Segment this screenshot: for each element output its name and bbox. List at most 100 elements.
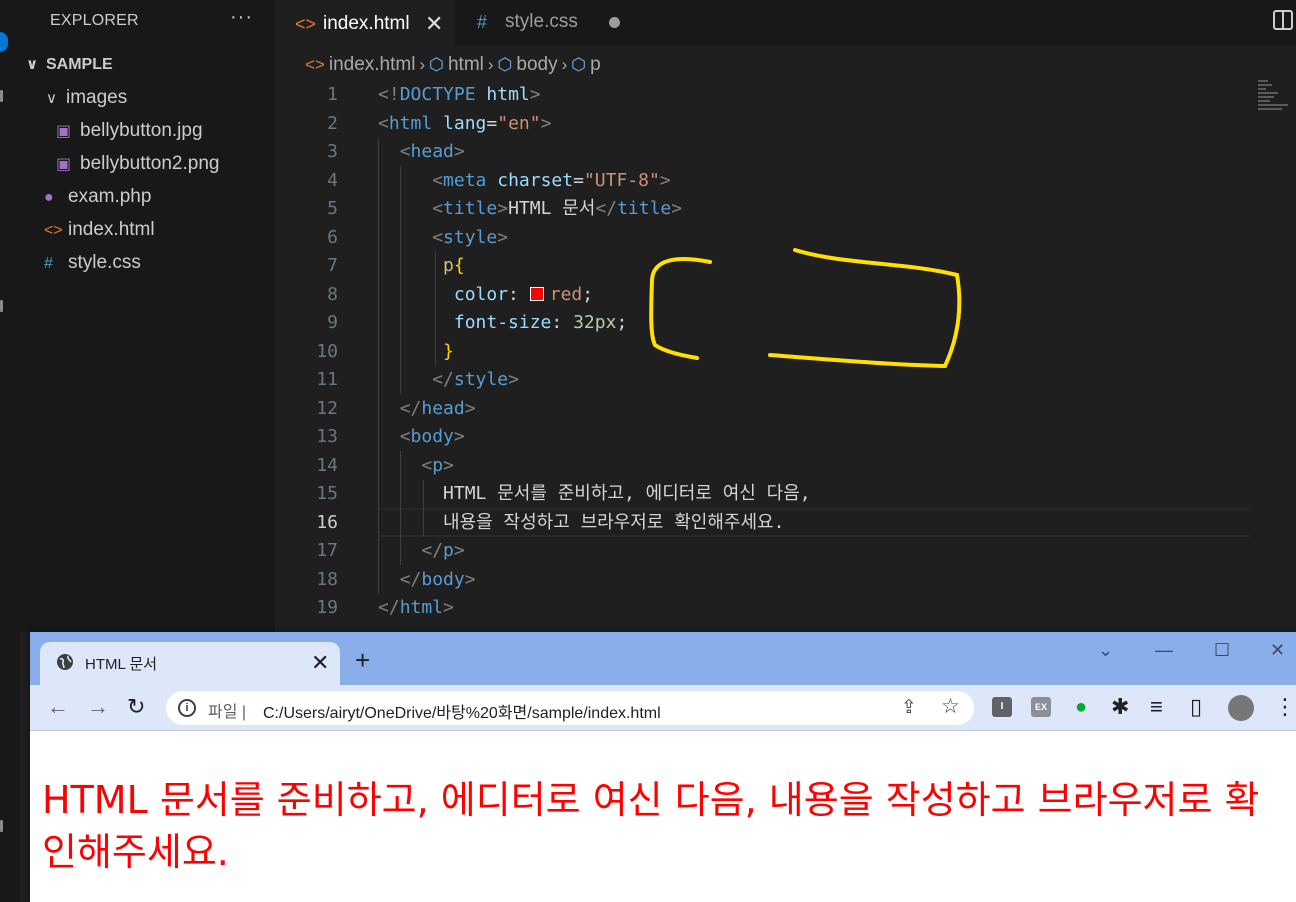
tab-search-icon[interactable]: ⌄ bbox=[1098, 640, 1113, 661]
code-line[interactable]: 13 <body> bbox=[275, 423, 1250, 452]
code-line[interactable]: 17 </p> bbox=[275, 537, 1250, 566]
file-label: index.html bbox=[68, 219, 155, 240]
code-line[interactable]: 12 </head> bbox=[275, 395, 1250, 424]
code-line[interactable]: 4 <meta charset="UTF-8"> bbox=[275, 167, 1250, 196]
unsaved-dot-icon[interactable] bbox=[609, 17, 620, 28]
site-info-icon[interactable]: i bbox=[178, 699, 196, 717]
close-icon[interactable]: ✕ bbox=[425, 2, 443, 46]
reload-icon[interactable]: ↻ bbox=[127, 695, 145, 719]
browser-tab[interactable]: HTML 문서 ✕ bbox=[40, 642, 340, 685]
minimap[interactable] bbox=[1258, 80, 1294, 120]
browser-title-bar: HTML 문서 ✕ + ⌄ — ☐ ✕ bbox=[30, 632, 1296, 685]
page-viewport: HTML 문서를 준비하고, 에디터로 여신 다음, 내용을 작성하고 브라우저… bbox=[30, 732, 1296, 902]
line-number: 2 bbox=[327, 112, 338, 134]
code-text: } bbox=[443, 340, 454, 362]
line-number: 7 bbox=[327, 255, 338, 276]
code-line[interactable]: 14 <p> bbox=[275, 452, 1250, 481]
code-line[interactable]: 11 </style> bbox=[275, 366, 1250, 395]
code-line[interactable]: 5 <title>HTML 문서</title> bbox=[275, 195, 1250, 224]
menu-icon[interactable]: ⋮ bbox=[1274, 695, 1296, 719]
code-line[interactable]: 19 </html> bbox=[275, 594, 1250, 623]
url-text[interactable]: C:/Users/airyt/OneDrive/바탕%20화면/sample/i… bbox=[263, 699, 661, 723]
line-number: 1 bbox=[327, 84, 338, 105]
html-file-icon: <> bbox=[295, 14, 317, 34]
code-line[interactable]: 2 <html lang="en"> bbox=[275, 110, 1250, 139]
file-label: bellybutton2.png bbox=[80, 153, 220, 174]
code-line[interactable]: 7 p{ bbox=[275, 252, 1250, 281]
line-number: 12 bbox=[316, 397, 338, 419]
tab-label: style.css bbox=[505, 11, 578, 32]
code-text: </body> bbox=[399, 568, 476, 590]
minimize-icon[interactable]: — bbox=[1155, 640, 1173, 661]
editor-tab-bar: <> index.html ✕ # style.css bbox=[275, 0, 1296, 46]
code-line[interactable]: 9 font-size: 32px; bbox=[275, 309, 1250, 338]
maximize-icon[interactable]: ☐ bbox=[1214, 640, 1230, 661]
code-text: font-size: 32px; bbox=[453, 312, 628, 333]
code-line[interactable]: 15 HTML 문서를 준비하고, 에디터로 여신 다음, bbox=[275, 480, 1250, 509]
side-panel-icon[interactable]: ▯ bbox=[1190, 695, 1202, 719]
breadcrumb-item[interactable]: p bbox=[590, 54, 601, 75]
file-item[interactable]: <> index.html bbox=[44, 215, 155, 245]
breadcrumb-item[interactable]: html bbox=[448, 54, 484, 75]
code-text: <!DOCTYPE html> bbox=[378, 84, 541, 105]
file-item[interactable]: # style.css bbox=[44, 248, 141, 278]
activity-icon[interactable] bbox=[0, 300, 3, 312]
new-tab-button[interactable]: + bbox=[355, 647, 370, 673]
code-text: p{ bbox=[443, 255, 465, 276]
code-line[interactable]: 8 color: red; bbox=[275, 281, 1250, 310]
share-icon[interactable]: ⇪ bbox=[901, 696, 917, 719]
file-item[interactable]: ● exam.php bbox=[44, 182, 151, 212]
tab-style-css[interactable]: # style.css bbox=[457, 0, 627, 46]
bookmark-star-icon[interactable]: ☆ bbox=[941, 694, 960, 719]
line-number: 13 bbox=[316, 426, 338, 447]
color-swatch-icon[interactable] bbox=[529, 286, 544, 301]
code-text: <body> bbox=[399, 426, 465, 447]
file-item[interactable]: ▣ bellybutton.jpg bbox=[56, 116, 203, 146]
address-bar[interactable]: i 파일 | C:/Users/airyt/OneDrive/바탕%20화면/s… bbox=[166, 691, 974, 725]
forward-icon[interactable]: → bbox=[87, 695, 109, 719]
activity-icon[interactable] bbox=[0, 90, 3, 102]
evernote-icon[interactable]: ● bbox=[1071, 697, 1091, 717]
line-number: 15 bbox=[316, 483, 338, 504]
folder-sample[interactable]: ∨ SAMPLE bbox=[26, 50, 113, 80]
code-line[interactable]: 1 <!DOCTYPE html> bbox=[275, 81, 1250, 110]
more-actions-icon[interactable]: ··· bbox=[230, 6, 253, 29]
accounts-badge[interactable] bbox=[0, 32, 8, 52]
image-file-icon: ▣ bbox=[56, 123, 72, 140]
css-file-icon: # bbox=[44, 255, 53, 272]
breadcrumb-item[interactable]: index.html bbox=[329, 54, 416, 75]
tab-label: index.html bbox=[323, 13, 410, 34]
php-file-icon: ● bbox=[44, 189, 54, 206]
close-window-icon[interactable]: ✕ bbox=[1270, 640, 1285, 661]
tab-title: HTML 문서 bbox=[85, 656, 158, 673]
line-number: 6 bbox=[327, 226, 338, 248]
back-icon[interactable]: ← bbox=[47, 695, 69, 719]
tab-index-html[interactable]: <> index.html ✕ bbox=[275, 0, 455, 46]
breadcrumb-item[interactable]: body bbox=[516, 54, 557, 75]
activity-icon[interactable] bbox=[0, 820, 3, 832]
code-line[interactable]: 16 내용을 작성하고 브라우저로 확인해주세요. bbox=[275, 509, 1250, 538]
code-text: <meta charset="UTF-8"> bbox=[432, 169, 671, 191]
chevron-right-icon: › bbox=[419, 55, 426, 74]
code-line[interactable]: 10 } bbox=[275, 338, 1250, 367]
code-line[interactable]: 3 <head> bbox=[275, 138, 1250, 167]
line-number: 5 bbox=[327, 198, 338, 219]
close-tab-icon[interactable]: ✕ bbox=[311, 650, 329, 676]
avatar[interactable] bbox=[1228, 695, 1254, 721]
extension-icon[interactable]: I bbox=[992, 697, 1012, 717]
html-file-icon: <> bbox=[44, 222, 63, 239]
extensions-puzzle-icon[interactable]: ✱ bbox=[1111, 695, 1129, 719]
code-line[interactable]: 18 </body> bbox=[275, 566, 1250, 595]
code-line[interactable]: 6 <style> bbox=[275, 224, 1250, 253]
code-text: <p> bbox=[421, 454, 454, 476]
split-editor-icon[interactable] bbox=[1273, 10, 1293, 30]
folder-images[interactable]: ∨ images bbox=[46, 83, 127, 113]
line-number: 11 bbox=[316, 369, 338, 390]
extension-icon[interactable]: EX bbox=[1031, 697, 1051, 717]
line-number: 10 bbox=[316, 340, 338, 362]
reading-list-icon[interactable]: ≡ bbox=[1150, 695, 1163, 719]
browser-toolbar: ← → ↻ i 파일 | C:/Users/airyt/OneDrive/바탕%… bbox=[30, 685, 1296, 731]
file-item[interactable]: ▣ bellybutton2.png bbox=[56, 149, 219, 179]
folder-label: SAMPLE bbox=[46, 56, 113, 73]
code-text: </html> bbox=[378, 597, 454, 618]
